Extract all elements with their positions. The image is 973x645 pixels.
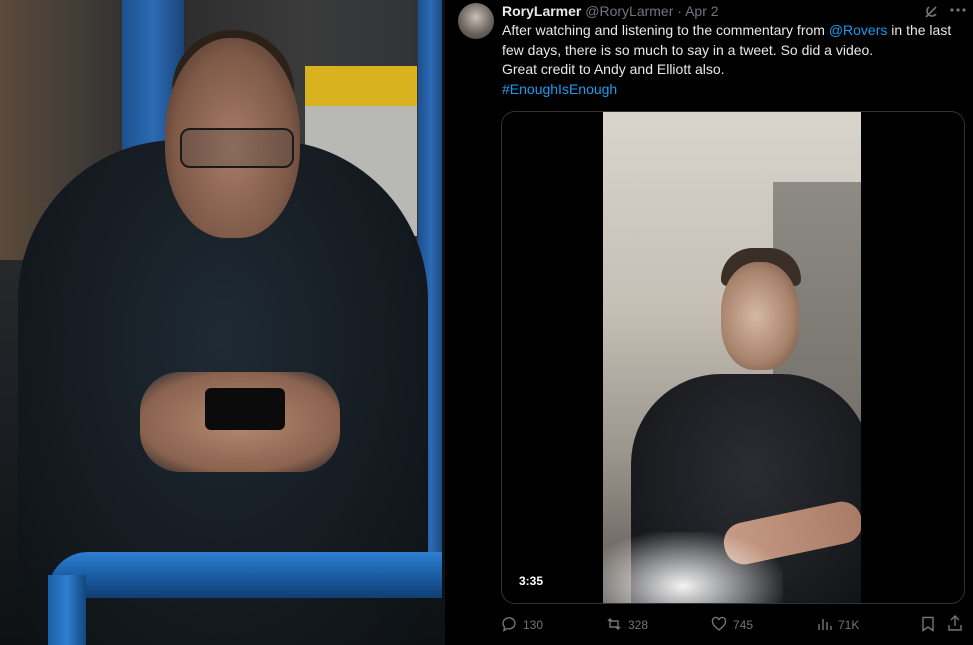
tweet-header: RoryLarmer @RoryLarmer · Apr 2 [502,3,719,20]
tweet-date[interactable]: Apr 2 [685,3,718,19]
like-count: 745 [733,618,754,632]
more-icon[interactable] [948,0,968,20]
views-chart-icon [816,616,832,635]
text-line-2: Great credit to Andy and Elliott also. [502,61,725,77]
glasses [180,128,294,168]
repost-button[interactable]: 328 [606,614,648,636]
text-part: After watching and listening to the comm… [502,22,829,38]
video-player[interactable]: 3:35 [501,111,965,604]
share-icon[interactable] [947,614,963,637]
video-light [603,532,783,603]
hashtag-link[interactable]: #EnoughIsEnough [502,81,617,97]
action-bar: 130 328 745 71K [501,614,965,636]
avatar[interactable] [458,3,494,39]
heart-icon [711,616,727,635]
reply-button[interactable]: 130 [501,614,543,636]
bookmark-icon[interactable] [921,616,935,636]
tweet-text: After watching and listening to the comm… [502,21,970,99]
video-person-face [721,262,799,370]
yellow-band [305,66,417,106]
like-button[interactable]: 745 [711,614,753,636]
stadium-photo [0,0,442,645]
views-count: 71K [838,618,860,632]
grok-icon[interactable] [923,4,939,20]
reply-count: 130 [523,618,544,632]
mention-link[interactable]: @Rovers [829,22,888,38]
tweet-card[interactable]: RoryLarmer @RoryLarmer · Apr 2 After wat… [445,0,973,645]
blue-railing [48,552,442,598]
views-button[interactable]: 71K [816,614,859,636]
repost-count: 328 [628,618,649,632]
phone [205,388,285,430]
video-frame [603,112,861,603]
reply-icon [501,616,517,635]
repost-icon [606,616,622,635]
separator: · [677,3,682,19]
railing-post [48,575,86,645]
display-name[interactable]: RoryLarmer [502,3,581,19]
video-duration: 3:35 [513,572,550,590]
user-handle[interactable]: @RoryLarmer [585,3,673,19]
